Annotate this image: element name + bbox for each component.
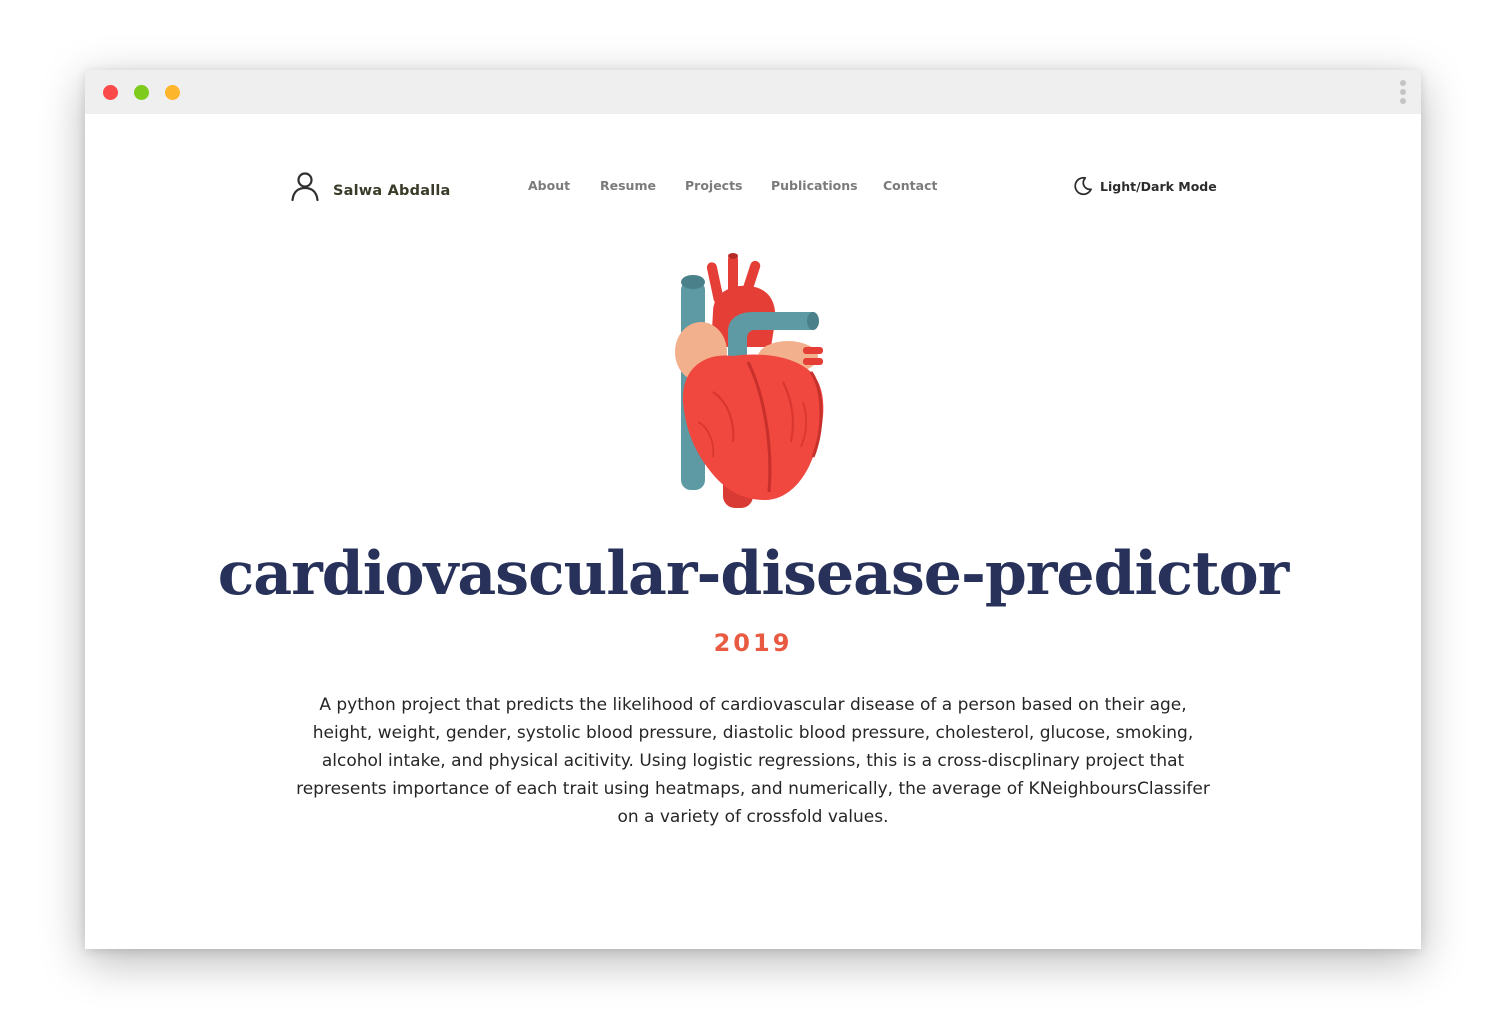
close-window-button[interactable] (103, 85, 118, 100)
more-options-icon[interactable] (1399, 80, 1407, 106)
theme-toggle-label: Light/Dark Mode (1100, 178, 1217, 194)
nav-resume[interactable]: Resume (600, 178, 656, 193)
minimize-window-button[interactable] (134, 85, 149, 100)
moon-icon (1074, 176, 1092, 196)
nav-projects[interactable]: Projects (685, 178, 743, 193)
page-content: Salwa Abdalla About Resume Projects Publ… (85, 114, 1421, 949)
nav-publications[interactable]: Publications (771, 178, 858, 193)
project-description: A python project that predicts the likel… (296, 695, 1210, 827)
heart-illustration (675, 253, 824, 508)
project-title: cardiovascular-disease-predictor (217, 539, 1289, 609)
nav-contact[interactable]: Contact (883, 178, 937, 193)
nav-about[interactable]: About (528, 178, 570, 193)
browser-window: Salwa Abdalla About Resume Projects Publ… (85, 70, 1421, 949)
project-year: 2019 (713, 629, 793, 657)
main-nav: About Resume Projects Publications Conta… (85, 178, 1421, 196)
zoom-window-button[interactable] (165, 85, 180, 100)
window-titlebar (85, 70, 1421, 114)
theme-toggle[interactable]: Light/Dark Mode (1072, 175, 1217, 197)
